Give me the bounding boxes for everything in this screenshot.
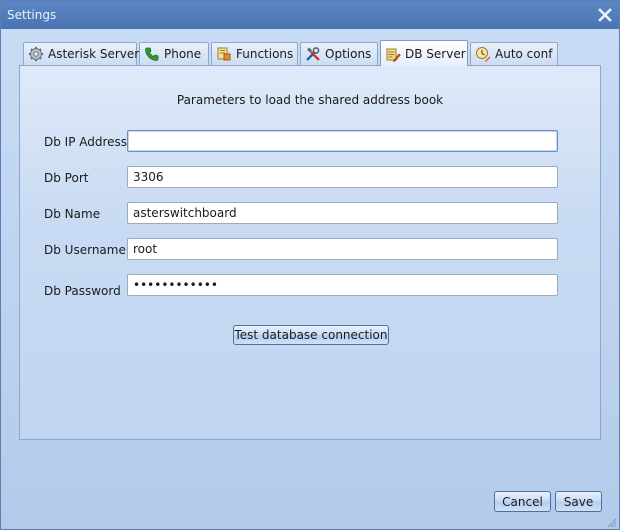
- tab-label: Auto conf: [495, 47, 553, 61]
- functions-icon: [216, 46, 232, 62]
- panel-header: Parameters to load the shared address bo…: [176, 93, 444, 107]
- tab-options[interactable]: Options: [300, 42, 378, 65]
- tab-label: Asterisk Server: [48, 47, 140, 61]
- client-area: Asterisk Server Phone Functions Options …: [1, 29, 619, 529]
- tab-label: Functions: [236, 47, 294, 61]
- tab-label: DB Server: [405, 46, 466, 61]
- db-ip-address-label: Db IP Address: [44, 135, 128, 149]
- db-server-icon: [385, 46, 401, 62]
- tab-phone[interactable]: Phone: [139, 42, 209, 65]
- db-server-panel: Parameters to load the shared address bo…: [19, 65, 601, 440]
- tab-functions[interactable]: Functions: [211, 42, 298, 65]
- tab-db-server[interactable]: DB Server: [380, 40, 468, 66]
- db-username-input[interactable]: [127, 238, 558, 260]
- settings-window: Settings Asterisk Server Phone Functions…: [0, 0, 620, 530]
- phone-icon: [144, 46, 160, 62]
- tools-icon: [305, 46, 321, 62]
- db-ip-address-input[interactable]: [127, 130, 558, 152]
- window-title: Settings: [7, 8, 57, 22]
- resize-grip-icon[interactable]: [607, 517, 617, 528]
- db-username-label: Db Username: [44, 243, 126, 257]
- tab-label: Options: [325, 47, 372, 61]
- gear-icon: [28, 46, 44, 62]
- close-icon[interactable]: [597, 7, 613, 23]
- title-bar[interactable]: Settings: [1, 1, 619, 29]
- db-port-input[interactable]: [127, 166, 558, 188]
- db-name-label: Db Name: [44, 207, 101, 221]
- tab-asterisk-server[interactable]: Asterisk Server: [23, 42, 140, 65]
- db-name-input[interactable]: [127, 202, 558, 224]
- tab-label: Phone: [164, 47, 202, 61]
- test-database-connection-button[interactable]: Test database connection: [233, 325, 389, 345]
- db-password-input[interactable]: [127, 274, 558, 296]
- db-port-label: Db Port: [44, 171, 89, 185]
- tab-auto-conf[interactable]: Auto conf: [470, 42, 558, 65]
- db-password-label: Db Password: [44, 284, 121, 298]
- save-button[interactable]: Save: [555, 491, 602, 512]
- cancel-button[interactable]: Cancel: [494, 491, 551, 512]
- auto-conf-icon: [475, 46, 491, 62]
